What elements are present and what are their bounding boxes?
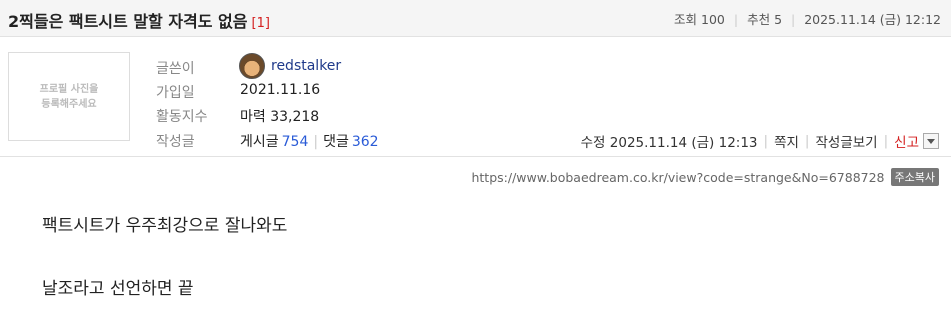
post-actions: 수정 2025.11.14 (금) 12:13 | 쪽지 | 작성글보기 | 신… — [581, 131, 939, 151]
views-count: 100 — [701, 12, 725, 27]
recommend-label: 추천 — [747, 12, 771, 27]
actions-divider: | — [883, 133, 889, 149]
user-avatar-icon[interactable] — [239, 53, 265, 79]
meta-divider: | — [733, 12, 739, 27]
post-title: 2찍들은 팩트시트 말할 자격도 없음 [1] — [8, 8, 270, 32]
author-post-stats: 게시글 754 | 댓글 362 — [240, 131, 379, 151]
section-divider — [0, 156, 951, 157]
activity-value: 마력 33,218 — [240, 109, 320, 125]
copy-url-button[interactable]: 주소복사 — [890, 168, 939, 186]
comment-count-badge[interactable]: [1] — [252, 16, 270, 31]
stats-divider: | — [313, 134, 319, 150]
posts-text: 게시글 — [240, 134, 279, 150]
posts-count-link[interactable]: 754 — [282, 134, 309, 150]
message-button[interactable]: 쪽지 — [774, 131, 799, 151]
post-body-line: 팩트시트가 우주최강으로 잘나와도 — [42, 216, 288, 236]
edit-info: 수정 2025.11.14 (금) 12:13 — [580, 135, 758, 151]
author-username[interactable]: redstalker — [271, 58, 341, 74]
actions-divider: | — [804, 133, 810, 149]
profile-placeholder-line: 등록해주세요 — [41, 98, 97, 110]
comments-text: 댓글 — [323, 134, 349, 150]
profile-placeholder-line: 프로필 사진을 — [39, 83, 99, 95]
join-date-label: 가입일 — [156, 85, 195, 101]
post-url[interactable]: https://www.bobaedream.co.kr/view?code=s… — [471, 170, 884, 185]
posts-label: 작성글 — [156, 134, 195, 150]
recommend-count: 5 — [774, 12, 783, 27]
post-body-line: 날조라고 선언하면 끝 — [42, 279, 194, 299]
profile-photo-placeholder: 프로필 사진을 등록해주세요 — [8, 52, 130, 141]
view-posts-button[interactable]: 작성글보기 — [815, 131, 877, 151]
post-meta: 조회 100 | 추천 5 | 2025.11.14 (금) 12:12 — [674, 9, 941, 28]
join-date-value: 2021.11.16 — [240, 82, 321, 98]
post-title-text: 2찍들은 팩트시트 말할 자격도 없음 — [8, 12, 248, 31]
comments-count-link[interactable]: 362 — [352, 134, 379, 150]
report-button[interactable]: 신고 — [894, 131, 919, 151]
meta-divider: | — [791, 12, 796, 27]
actions-divider: | — [763, 133, 769, 149]
views-label: 조회 — [674, 12, 698, 27]
writer-label: 글쓴이 — [156, 61, 195, 77]
activity-label: 활동지수 — [156, 109, 208, 125]
post-header-bar: 2찍들은 팩트시트 말할 자격도 없음 [1] 조회 100 | 추천 5 | 2… — [0, 0, 951, 37]
post-datetime: 2025.11.14 (금) 12:12 — [804, 12, 941, 27]
post-url-row: https://www.bobaedream.co.kr/view?code=s… — [471, 168, 939, 186]
profile-placeholder-text: 프로필 사진을 등록해주세요 — [29, 82, 109, 112]
chevron-down-icon[interactable] — [923, 133, 939, 149]
